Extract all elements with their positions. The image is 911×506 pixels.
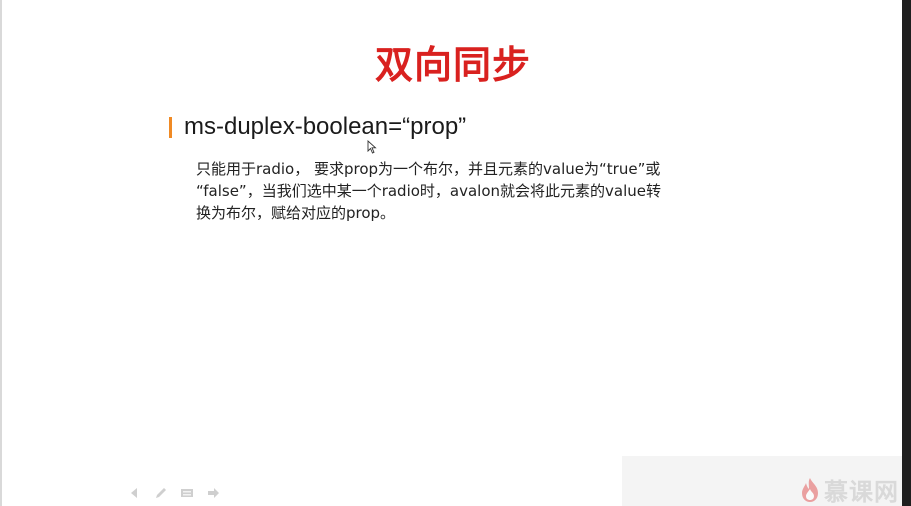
flame-icon [802, 477, 818, 502]
mouse-pointer-icon [367, 140, 377, 154]
slide-canvas: 双向同步 ms-duplex-boolean=“prop” 只能用于radio，… [0, 0, 911, 506]
pen-icon[interactable] [154, 486, 168, 500]
body-line-2: “false”，当我们选中某一个radio时，avalon就会将此元素的valu… [196, 182, 662, 200]
slide-body: 只能用于radio， 要求prop为一个布尔，并且元素的value为“true”… [196, 158, 756, 224]
arrow-left-icon[interactable] [128, 486, 142, 500]
slide-heading: ms-duplex-boolean=“prop” [184, 113, 467, 140]
body-line-3: 换为布尔，赋给对应的prop。 [196, 204, 396, 222]
arrow-right-icon[interactable] [206, 486, 220, 500]
bullet-accent-bar [169, 117, 172, 138]
slides-icon[interactable] [180, 486, 194, 500]
slideshow-toolbar [128, 486, 220, 502]
watermark-text: 慕课网 [824, 478, 899, 506]
imooc-watermark: 慕课网 [800, 472, 899, 506]
slide-title: 双向同步 [374, 43, 531, 87]
body-line-1: 只能用于radio， 要求prop为一个布尔，并且元素的value为“true”… [196, 160, 661, 178]
